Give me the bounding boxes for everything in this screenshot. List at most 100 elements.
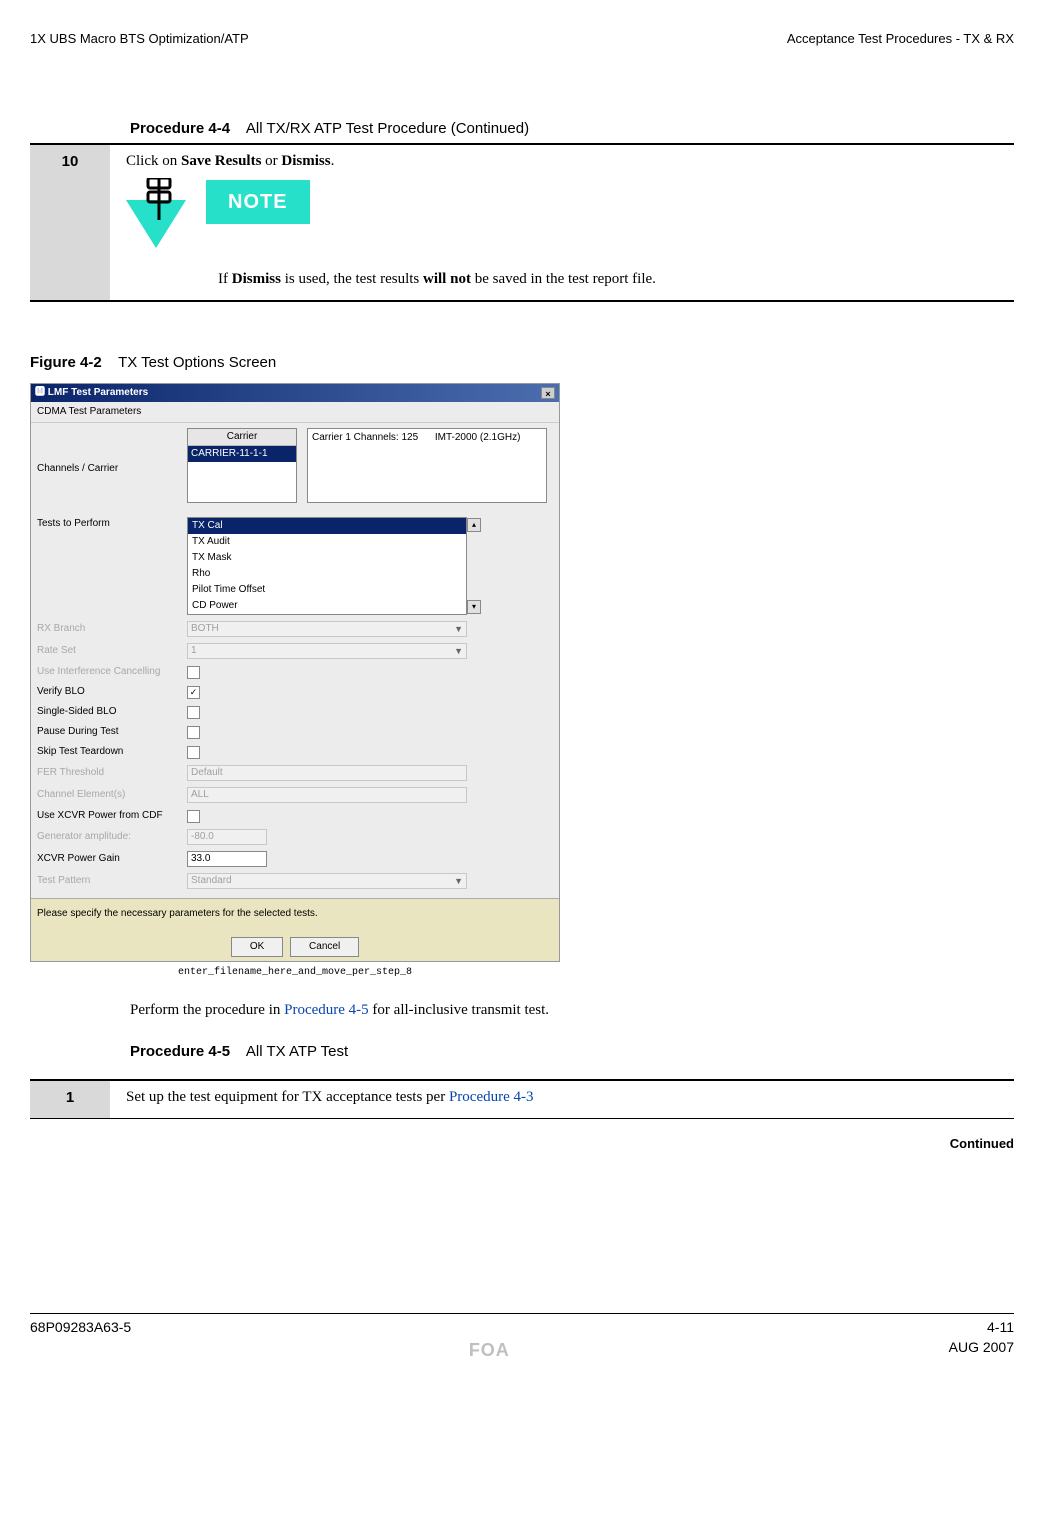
dialog-title-text: LMF Test Parameters [48, 387, 148, 398]
checkbox-pause-test[interactable] [187, 726, 200, 739]
carrier-band: IMT-2000 (2.1GHz) [435, 432, 521, 443]
continued-label: Continued [30, 1135, 1014, 1153]
note-mid: is used, the test results [281, 271, 423, 287]
label-rx-branch: RX Branch [37, 622, 187, 636]
figure-4-2-title: TX Test Options Screen [118, 354, 276, 371]
step-text: Click on Save Results or Dismiss. [126, 153, 334, 169]
input-test-pattern: Standard ▼ [187, 873, 467, 889]
input-rx-branch: BOTH ▼ [187, 621, 467, 637]
label-xcvr-power-gain: XCVR Power Gain [37, 852, 187, 866]
scroll-down-icon[interactable]: ▾ [467, 600, 481, 614]
fer-threshold-value: Default [191, 765, 223, 781]
step-text-pre: Click on [126, 153, 181, 169]
footer-page-number: 4-11 [987, 1318, 1014, 1338]
note-clamp-icon [126, 178, 186, 248]
test-item-cdpower[interactable]: CD Power [188, 598, 466, 614]
procedure-4-4-label: Procedure 4-4 [130, 120, 230, 137]
input-xcvr-power-gain[interactable]: 33.0 [187, 851, 267, 867]
section-cdma-params: CDMA Test Parameters [31, 402, 559, 423]
lmf-test-parameters-dialog: 🅼 LMF Test Parameters × CDMA Test Parame… [30, 383, 560, 962]
label-test-pattern: Test Pattern [37, 874, 187, 888]
label-channel-elements: Channel Element(s) [37, 788, 187, 802]
procedure-4-5-label: Procedure 4-5 [130, 1043, 230, 1060]
carrier-channels-label: Carrier 1 Channels: [312, 432, 399, 443]
screenshot-caption: enter_filename_here_and_move_per_step_8 [30, 966, 560, 980]
test-item-txaudit[interactable]: TX Audit [188, 534, 466, 550]
step-number: 1 [30, 1081, 110, 1119]
note-pre: If [218, 271, 232, 287]
input-channel-elements: ALL [187, 787, 467, 803]
checkbox-use-intf [187, 666, 200, 679]
test-pattern-value: Standard [191, 873, 232, 889]
checkbox-use-xcvr-cdf[interactable] [187, 810, 200, 823]
header-left: 1X UBS Macro BTS Optimization/ATP [30, 30, 249, 48]
tests-list[interactable]: TX Cal TX Audit TX Mask Rho Pilot Time O… [187, 517, 467, 615]
chevron-down-icon: ▼ [454, 643, 463, 659]
note-badge: NOTE [206, 180, 310, 224]
cancel-button[interactable]: Cancel [290, 937, 359, 957]
label-tests-to-perform: Tests to Perform [37, 517, 187, 531]
scroll-up-icon[interactable]: ▴ [467, 518, 481, 532]
step-text-b2: Dismiss [281, 153, 330, 169]
step-text-pre: Set up the test equipment for TX accepta… [126, 1089, 449, 1105]
note-post: be saved in the test report file. [471, 271, 656, 287]
link-procedure-4-5[interactable]: Procedure 4-5 [284, 1002, 369, 1018]
dialog-hint: Please specify the necessary parameters … [31, 898, 559, 933]
checkbox-single-blo[interactable] [187, 706, 200, 719]
body-paragraph: Perform the procedure in Procedure 4-5 f… [130, 1000, 1014, 1021]
body-para-post: for all-inclusive transmit test. [369, 1002, 549, 1018]
step-text-post: . [331, 153, 335, 169]
close-icon[interactable]: × [541, 387, 555, 399]
input-rate-set: 1▼ [187, 643, 467, 659]
carrier-channels-box[interactable]: Carrier 1 Channels: 125 IMT-2000 (2.1GHz… [307, 428, 547, 503]
carrier-list[interactable]: Carrier CARRIER-11-1-1 [187, 428, 297, 503]
procedure-4-5-table: 1 Set up the test equipment for TX accep… [30, 1066, 1014, 1119]
step-text-b1: Save Results [181, 153, 261, 169]
header-right: Acceptance Test Procedures - TX & RX [787, 30, 1014, 48]
chevron-down-icon: ▼ [454, 621, 463, 637]
label-rate-set: Rate Set [37, 644, 187, 658]
gen-amp-value: -80.0 [191, 829, 214, 845]
note-b1: Dismiss [232, 271, 281, 287]
test-item-txmask[interactable]: TX Mask [188, 550, 466, 566]
step-number: 10 [30, 145, 110, 301]
footer-date: AUG 2007 [949, 1338, 1014, 1363]
procedure-4-5-title: All TX ATP Test [246, 1043, 348, 1060]
rx-branch-value: BOTH [191, 621, 219, 637]
xcvr-gain-value: 33.0 [191, 851, 210, 867]
link-procedure-4-3[interactable]: Procedure 4-3 [449, 1089, 534, 1105]
input-fer-threshold: Default [187, 765, 467, 781]
body-para-pre: Perform the procedure in [130, 1002, 284, 1018]
procedure-4-4-table: 10 Click on Save Results or Dismiss. NOT… [30, 143, 1014, 302]
carrier-selected[interactable]: CARRIER-11-1-1 [188, 446, 296, 462]
dialog-title: 🅼 LMF Test Parameters [35, 386, 148, 400]
test-item-pilot[interactable]: Pilot Time Offset [188, 582, 466, 598]
chevron-down-icon: ▼ [454, 873, 463, 889]
footer-foa: FOA [469, 1338, 510, 1363]
input-generator-amplitude: -80.0 [187, 829, 267, 845]
label-use-intf-cancelling: Use Interference Cancelling [37, 665, 187, 679]
procedure-4-4-title: All TX/RX ATP Test Procedure (Continued) [246, 120, 529, 137]
label-channels-carrier: Channels / Carrier [37, 462, 181, 476]
label-fer-threshold: FER Threshold [37, 766, 187, 780]
note-b2: will not [423, 271, 471, 287]
label-use-xcvr-cdf: Use XCVR Power from CDF [37, 809, 187, 823]
label-single-blo: Single-Sided BLO [37, 705, 187, 719]
checkbox-verify-blo[interactable]: ✓ [187, 686, 200, 699]
ok-button[interactable]: OK [231, 937, 283, 957]
note-text: If Dismiss is used, the test results wil… [218, 269, 1004, 290]
checkbox-skip-teardown[interactable] [187, 746, 200, 759]
rate-set-value: 1 [191, 643, 197, 659]
label-pause-test: Pause During Test [37, 725, 187, 739]
label-generator-amplitude: Generator amplitude: [37, 830, 187, 844]
carrier-channels-value: 125 [402, 432, 419, 443]
label-verify-blo: Verify BLO [37, 685, 187, 699]
channel-elements-value: ALL [191, 787, 209, 803]
step-text-mid: or [261, 153, 281, 169]
test-item-rho[interactable]: Rho [188, 566, 466, 582]
footer-doc-number: 68P09283A63-5 [30, 1318, 131, 1338]
carrier-list-header: Carrier [188, 429, 296, 446]
test-item-txcal[interactable]: TX Cal [188, 518, 466, 534]
figure-4-2-label: Figure 4-2 [30, 354, 102, 371]
label-skip-teardown: Skip Test Teardown [37, 745, 187, 759]
